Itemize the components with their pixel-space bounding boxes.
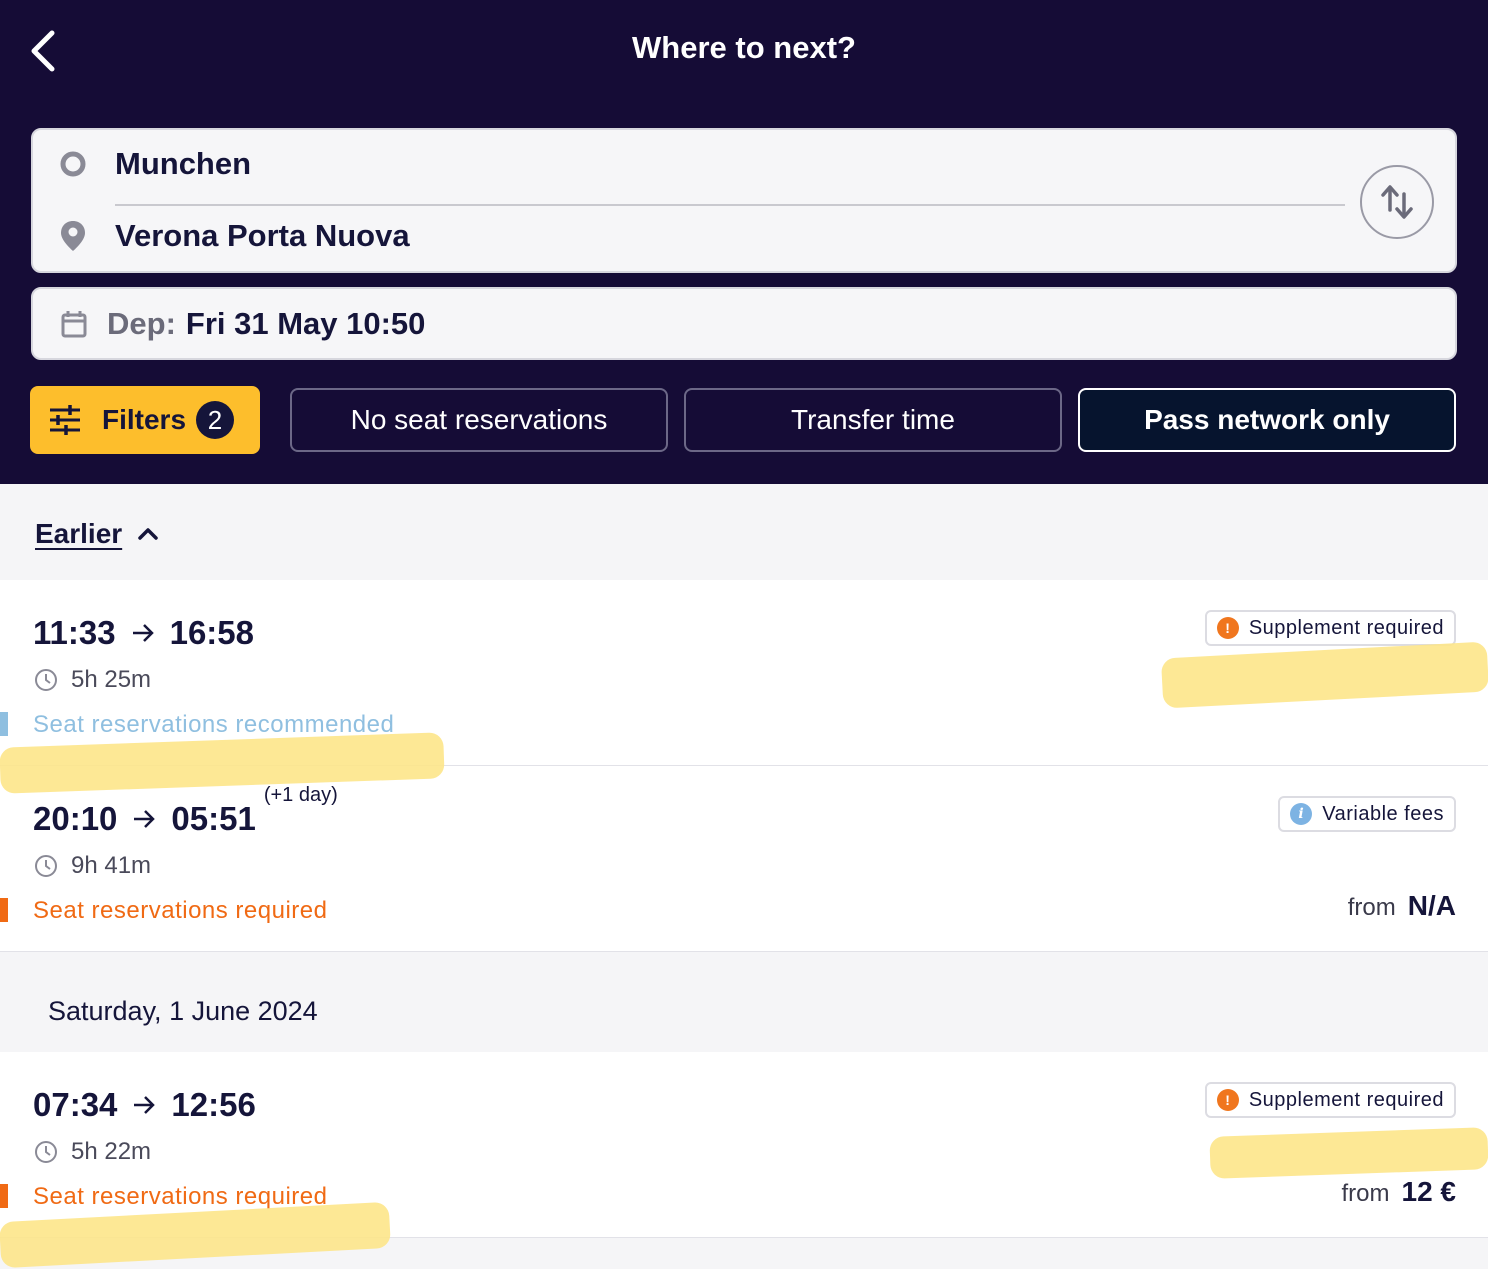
chevron-up-icon [136,522,160,546]
chip-transfer-time[interactable]: Transfer time [684,388,1062,452]
seat-reservation-note: Seat reservations required [33,1183,328,1210]
departure-value: Fri 31 May 10:50 [185,305,426,341]
journey-times: 20:10 05:51 (+1 day) [33,784,338,838]
location-pin-icon [53,216,93,256]
info-icon: i [1290,803,1313,825]
journey-card[interactable]: 20:10 05:51 (+1 day) 9h 41m Seat reserva… [0,766,1488,952]
variable-fees-tag: i Variable fees [1278,796,1456,832]
warning-icon: ! [1216,1089,1239,1111]
destination-value: Verona Porta Nuova [115,218,410,253]
duration-value: 9h 41m [71,852,152,879]
filters-count-badge: 2 [196,401,235,439]
origin-circle-icon [53,144,93,184]
seat-status-indicator [0,1184,8,1208]
journey-price: from 12 € [1342,1176,1457,1208]
warning-icon: ! [1216,617,1239,639]
seat-status-indicator [0,712,8,736]
departure-time: 11:33 [33,614,116,651]
duration-value: 5h 22m [71,1138,152,1165]
seat-reservation-note: Seat reservations required [33,897,328,924]
swap-stations-button[interactable] [1360,165,1434,239]
app-header: Where to next? Munchen Verona Porta Nuov… [0,0,1488,484]
departure-time: 20:10 [33,800,118,837]
journey-price: from N/A [1348,890,1456,922]
tag-label: Supplement required [1248,616,1444,639]
origin-field[interactable]: Munchen [53,134,1353,194]
departure-time: 07:34 [33,1086,118,1123]
arrival-time: 12:56 [171,1086,256,1123]
destination-field[interactable]: Verona Porta Nuova [53,206,1353,266]
arrow-right-icon [130,620,156,646]
chip-no-seat-reservations[interactable]: No seat reservations [290,388,668,452]
clock-icon [33,1139,59,1165]
arrow-right-icon [131,1092,157,1118]
journey-duration: 5h 25m [33,666,151,694]
price-from-label: from [1347,894,1396,921]
tag-label: Supplement required [1248,1088,1444,1111]
calendar-icon [59,309,89,339]
supplement-required-tag: ! Supplement required [1204,610,1456,646]
journey-card[interactable]: 11:33 16:58 5h 25m Seat reservations rec… [0,580,1488,766]
sliders-icon [48,403,82,437]
journey-duration: 5h 22m [33,1138,151,1166]
arrival-time: 16:58 [169,614,254,651]
journey-times: 11:33 16:58 [33,614,254,652]
day-header-label: Saturday, 1 June 2024 [48,996,318,1026]
filters-button[interactable]: Filters 2 [30,386,260,454]
price-from-label: from [1341,1180,1390,1207]
journey-times: 07:34 12:56 [33,1086,256,1124]
price-amount: N/A [1407,890,1456,921]
arrow-right-icon [131,806,157,832]
supplement-required-tag: ! Supplement required [1204,1082,1456,1118]
journey-duration: 9h 41m [33,852,151,880]
earlier-label: Earlier [35,518,123,549]
journey-card[interactable]: 07:34 12:56 5h 22m Seat reservations req… [0,1052,1488,1238]
page-title: Where to next? [632,30,856,65]
seat-status-indicator [0,898,8,922]
arrival-time: 05:51 [171,800,256,837]
departure-label: Dep: [107,305,176,341]
tag-label: Variable fees [1322,802,1444,825]
day-section-header: Saturday, 1 June 2024 [0,952,1488,1052]
price-amount: 12 € [1401,1176,1457,1207]
departure-date-field[interactable]: Dep: Fri 31 May 10:50 [31,287,1457,360]
chip-pass-network-only[interactable]: Pass network only [1078,388,1456,452]
clock-icon [33,853,59,879]
seat-reservation-note: Seat reservations recommended [33,711,395,738]
route-card: Munchen Verona Porta Nuova [31,128,1457,273]
earlier-toggle[interactable]: Earlier [35,518,160,550]
filters-label: Filters [102,404,187,435]
duration-value: 5h 25m [71,666,152,693]
clock-icon [33,667,59,693]
origin-value: Munchen [115,146,252,181]
next-day-indicator: (+1 day) [263,784,338,806]
swap-arrows-icon [1381,185,1413,219]
